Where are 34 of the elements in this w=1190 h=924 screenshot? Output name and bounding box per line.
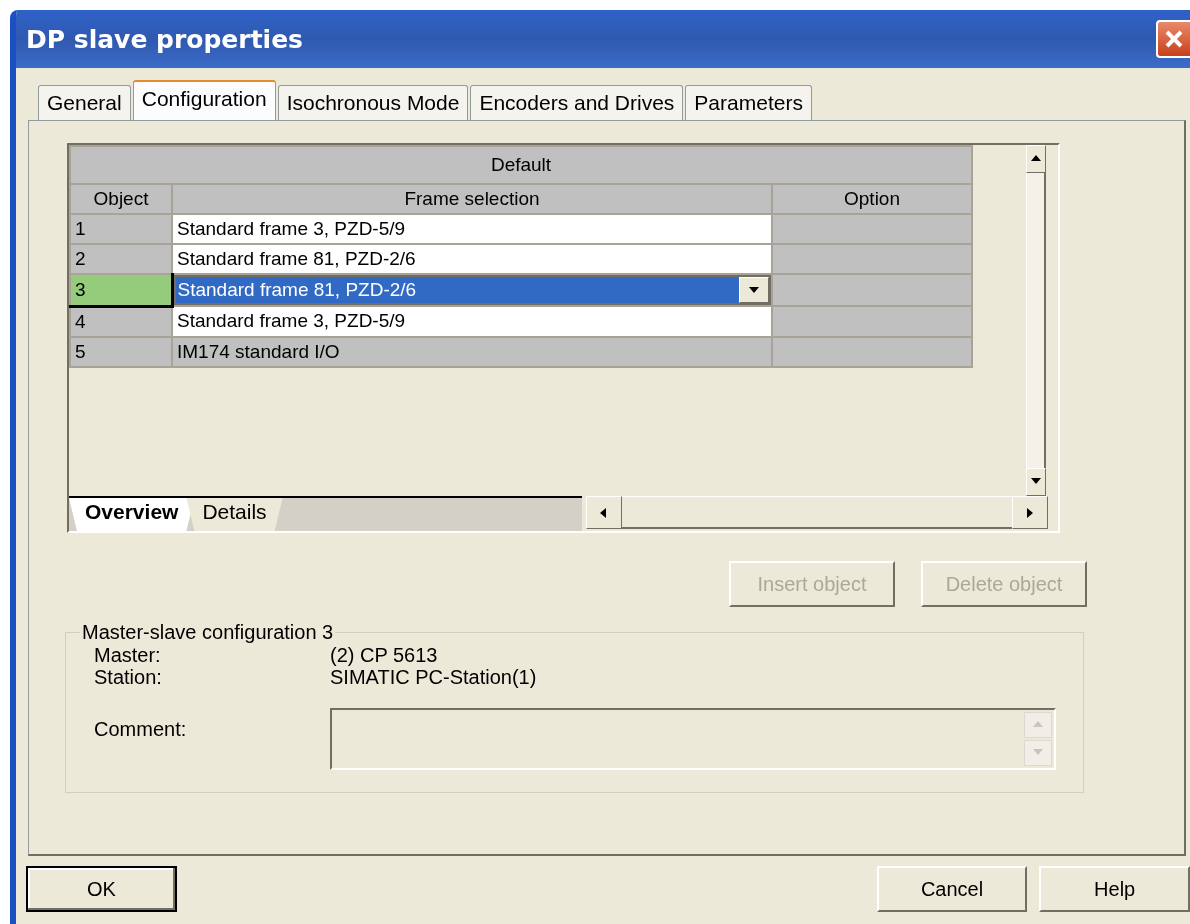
table-cell[interactable]: Standard frame 3, PZD-5/9 xyxy=(172,306,772,337)
tab[interactable]: Parameters xyxy=(685,85,812,120)
help-button[interactable]: Help xyxy=(1039,866,1190,912)
object-cell[interactable]: 1 xyxy=(70,214,172,244)
column-header[interactable]: Object xyxy=(70,184,172,214)
group-title: Master-slave configuration 3 xyxy=(81,621,335,644)
horizontal-scrollbar[interactable] xyxy=(586,496,1048,529)
tab[interactable]: Configuration xyxy=(132,80,276,120)
scroll-left-icon[interactable] xyxy=(586,496,622,529)
frame-dropdown[interactable]: Standard frame 81, PZD-2/6 xyxy=(173,275,771,305)
table-cell[interactable]: IM174 standard I/O xyxy=(172,336,772,367)
table-cell[interactable]: Standard frame 81, PZD-2/6 xyxy=(172,244,772,274)
object-cell[interactable]: 5 xyxy=(70,336,172,367)
column-header[interactable]: Frame selection xyxy=(172,184,772,214)
group-header: Default xyxy=(70,146,973,184)
ok-button[interactable]: OK xyxy=(26,866,177,912)
object-cell[interactable]: 3 xyxy=(70,274,172,306)
field-value: (2) CP 5613 xyxy=(330,644,438,666)
scroll-right-icon[interactable] xyxy=(1012,496,1048,529)
cancel-button[interactable]: Cancel xyxy=(876,866,1028,912)
tab[interactable]: Encoders and Drives xyxy=(470,85,684,120)
field-value: SIMATIC PC-Station(1) xyxy=(330,666,537,688)
tab[interactable]: Isochronous Mode xyxy=(277,85,469,120)
object-cell[interactable]: 2 xyxy=(70,244,172,274)
field-label: Comment: xyxy=(94,718,188,741)
column-header[interactable]: Option xyxy=(772,184,973,214)
sheet-tab[interactable]: Details xyxy=(186,498,283,531)
close-icon[interactable] xyxy=(1156,20,1190,58)
window-title: DP slave properties xyxy=(26,24,304,54)
object-cell[interactable]: 4 xyxy=(70,306,172,337)
tab[interactable]: General xyxy=(38,85,131,120)
field-label: Master: xyxy=(94,644,162,666)
field-label: Station: xyxy=(94,666,163,688)
table-cell[interactable]: Standard frame 3, PZD-5/9 xyxy=(172,214,772,244)
